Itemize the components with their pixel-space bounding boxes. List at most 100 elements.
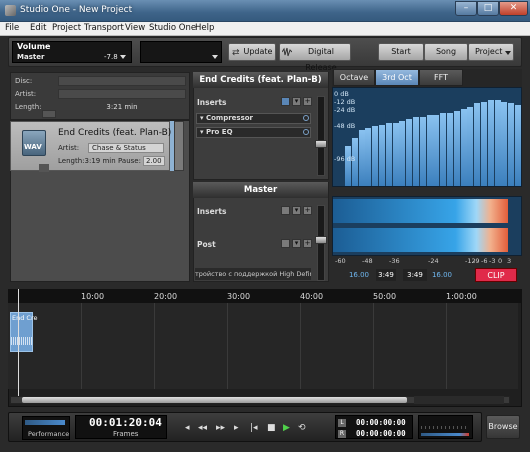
meter-scale-label: -6 <box>481 257 488 265</box>
stop-icon[interactable]: ■ <box>267 423 276 433</box>
previous-marker-icon[interactable]: ◂ <box>185 423 190 433</box>
loop-icon[interactable]: ⟲ <box>298 423 306 433</box>
output-meter-scale <box>421 426 469 429</box>
post-label: Post <box>197 240 216 249</box>
clip-button[interactable]: CLIP <box>475 268 517 282</box>
expand-button[interactable] <box>39 164 49 172</box>
collapse-button[interactable] <box>42 110 56 118</box>
chevron-down-icon[interactable] <box>120 55 126 59</box>
app-icon <box>5 5 16 16</box>
db-label: -48 dB <box>334 122 356 130</box>
rewind-icon[interactable]: ◂◂ <box>198 423 207 433</box>
fast-forward-icon[interactable]: ▸▸ <box>216 423 225 433</box>
browse-button[interactable]: Browse <box>486 415 520 439</box>
return-to-zero-icon[interactable]: |◂ <box>250 423 258 433</box>
db-label: -24 dB <box>334 106 356 114</box>
chevron-down-icon[interactable] <box>505 51 511 55</box>
add-insert-button[interactable]: + <box>303 97 312 106</box>
chevron-down-icon[interactable]: ▾ <box>292 239 301 248</box>
inserts-label: Inserts <box>197 98 227 107</box>
insert-name: Pro EQ <box>205 128 233 136</box>
spectrum-bar <box>433 115 440 186</box>
spectrum-bar <box>372 126 379 186</box>
disc-field[interactable] <box>58 76 186 86</box>
menu-bar: File Edit Project Transport View Studio … <box>0 22 530 36</box>
menu-view[interactable]: View <box>125 23 145 33</box>
spectrum-bar <box>474 103 481 186</box>
peak-value: 3:49 <box>403 269 427 281</box>
next-marker-icon[interactable]: ▸ <box>234 423 239 433</box>
menu-help[interactable]: Help <box>195 23 214 33</box>
spectrum-bar <box>419 117 426 186</box>
loop-end-time: 00:00:00:00 <box>356 429 406 438</box>
maximize-button[interactable]: □ <box>477 1 499 16</box>
master-title: Master <box>193 182 328 198</box>
chevron-down-icon[interactable]: ▾ <box>292 97 301 106</box>
insert-slot[interactable]: ▾ Compressor <box>196 113 311 124</box>
add-insert-button[interactable]: + <box>303 206 312 215</box>
output-meter-bar <box>421 433 469 436</box>
insert-slot[interactable]: ▾ Pro EQ <box>196 127 311 138</box>
channel-fader[interactable] <box>315 140 327 148</box>
power-icon[interactable] <box>281 239 290 248</box>
performance-label: Performance <box>28 430 70 438</box>
zoom-slider[interactable] <box>414 396 504 404</box>
scrollbar-thumb[interactable] <box>22 397 407 403</box>
pause-label: Pause: <box>118 157 141 165</box>
track-length-value: 3:19 min <box>84 157 116 165</box>
tab-3rd-oct[interactable]: 3rd Oct <box>375 69 419 86</box>
menu-edit[interactable]: Edit <box>30 23 46 33</box>
artist-field[interactable] <box>58 89 186 99</box>
update-icon: ⇄ <box>232 48 240 58</box>
spectrum-bar <box>467 107 474 186</box>
level-bar-left <box>333 199 508 223</box>
tab-octave[interactable]: Octave <box>333 69 375 86</box>
grid-line <box>300 303 301 389</box>
track-length: Length:3:19 min <box>58 157 116 165</box>
track-artist-field[interactable]: Chase & Status <box>88 143 164 153</box>
close-button[interactable]: ✕ <box>499 1 528 16</box>
waveform-icon <box>282 47 292 57</box>
meter-scale-label: -9 <box>473 257 480 265</box>
play-icon[interactable]: ▶ <box>283 423 290 433</box>
volume-label: Volume <box>17 42 51 51</box>
power-icon[interactable] <box>303 115 309 121</box>
grid-line <box>446 303 447 389</box>
chevron-down-icon[interactable]: ▾ <box>292 206 301 215</box>
meter-scale-label: -36 <box>389 257 400 265</box>
menu-file[interactable]: File <box>5 23 19 33</box>
parameter-selector[interactable] <box>140 41 222 63</box>
master-fader[interactable] <box>315 236 327 244</box>
power-icon[interactable] <box>281 206 290 215</box>
song-button[interactable]: Song <box>424 43 468 61</box>
level-bar-right <box>333 228 508 252</box>
power-icon[interactable] <box>281 97 290 106</box>
track-length-label: Length: <box>58 157 85 165</box>
menu-transport[interactable]: Transport <box>84 23 124 33</box>
minimize-button[interactable]: – <box>455 1 477 16</box>
spectrum-bar <box>508 103 515 186</box>
spectrum-bar <box>345 146 351 186</box>
pause-field[interactable]: 2.00 <box>143 156 165 166</box>
tab-fft[interactable]: FFT <box>419 69 463 86</box>
ruler-label: 10:00 <box>81 292 105 301</box>
menu-studio-one[interactable]: Studio One <box>149 23 196 33</box>
peak-value: 3:49 <box>376 269 396 281</box>
start-button[interactable]: Start <box>378 43 424 61</box>
playhead[interactable] <box>18 289 19 399</box>
power-icon[interactable] <box>303 129 309 135</box>
spectrum-bar <box>413 117 419 186</box>
spectrum-bar <box>515 105 521 186</box>
spectrum-bar <box>481 102 487 186</box>
loop-end-tag: R <box>338 430 346 438</box>
track-lane[interactable] <box>8 303 518 389</box>
chevron-down-icon[interactable] <box>212 55 218 59</box>
ruler-label: 20:00 <box>154 292 178 301</box>
add-post-button[interactable]: + <box>303 239 312 248</box>
track-list-scrollbar[interactable] <box>174 121 184 171</box>
spectrum-bar <box>460 109 467 186</box>
menu-project[interactable]: Project <box>52 23 81 33</box>
time-value: 00:01:20:04 <box>89 416 162 429</box>
grid-line <box>373 303 374 389</box>
length-label: Length: <box>15 103 42 111</box>
